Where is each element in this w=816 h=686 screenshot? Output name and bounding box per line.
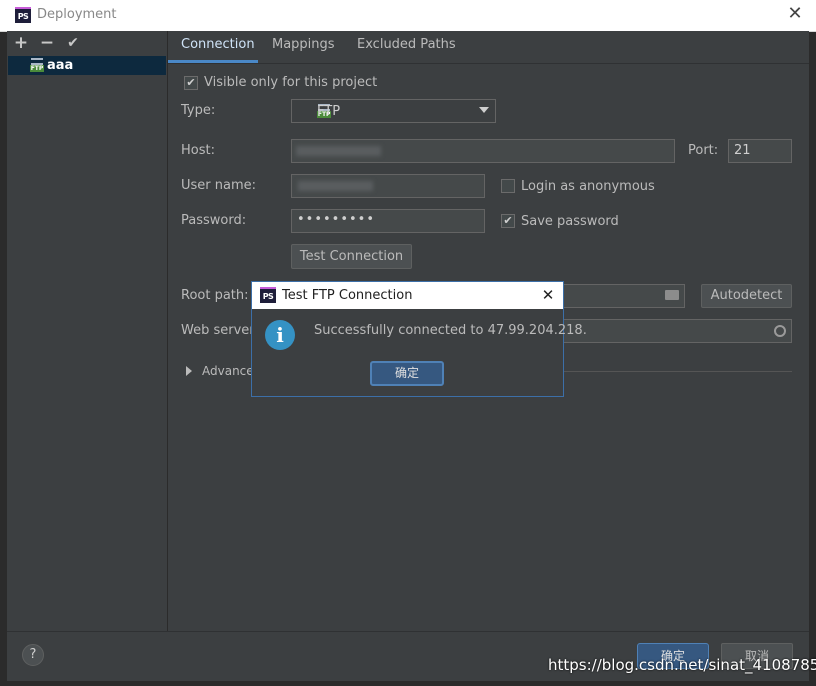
- autodetect-button[interactable]: Autodetect: [701, 284, 792, 308]
- watermark-text: https://blog.csdn.net/sinat_41087851: [548, 656, 816, 674]
- tab-mappings[interactable]: Mappings: [272, 37, 335, 52]
- root-path-label: Root path:: [181, 288, 249, 303]
- visible-only-label: Visible only for this project: [204, 75, 378, 90]
- ftp-server-icon: FTP: [30, 58, 44, 72]
- server-name: aaa: [47, 58, 74, 73]
- chevron-down-icon: [479, 107, 489, 113]
- redacted-host: [296, 146, 381, 156]
- window-close-button[interactable]: ✕: [786, 5, 804, 23]
- host-label: Host:: [181, 143, 215, 158]
- dialog-close-button[interactable]: ✕: [540, 286, 556, 304]
- visible-only-checkbox[interactable]: ✔: [184, 76, 198, 90]
- tab-connection[interactable]: Connection: [181, 37, 255, 52]
- port-value: 21: [734, 143, 751, 158]
- globe-icon[interactable]: [774, 325, 786, 337]
- footer-divider: [7, 631, 809, 632]
- redacted-username: [298, 181, 373, 191]
- phpstorm-logo-icon: PS: [260, 287, 276, 303]
- expand-arrow-icon[interactable]: [186, 366, 192, 376]
- save-password-label: Save password: [521, 214, 619, 229]
- add-server-button[interactable]: +: [12, 34, 30, 52]
- web-server-input[interactable]: [560, 319, 792, 343]
- type-value: FTP: [317, 104, 341, 119]
- advanced-divider: [560, 371, 792, 372]
- remove-server-button[interactable]: −: [38, 34, 56, 52]
- web-server-label: Web server: [181, 323, 255, 338]
- title-bar: [0, 0, 816, 32]
- port-label: Port:: [688, 143, 719, 158]
- tab-excluded-paths[interactable]: Excluded Paths: [357, 37, 456, 52]
- username-label: User name:: [181, 178, 257, 193]
- password-value: •••••••••: [297, 212, 376, 227]
- test-ftp-dialog-title: Test FTP Connection: [282, 288, 413, 303]
- dialog-message: Successfully connected to 47.99.204.218.: [314, 323, 587, 338]
- info-icon: i: [265, 320, 295, 350]
- login-anonymous-checkbox[interactable]: [501, 179, 515, 193]
- dialog-ok-button[interactable]: 确定: [370, 361, 444, 386]
- login-anonymous-label: Login as anonymous: [521, 179, 655, 194]
- server-list-panel: [7, 31, 168, 631]
- help-button[interactable]: ?: [22, 644, 44, 666]
- test-connection-button[interactable]: Test Connection: [291, 244, 412, 269]
- phpstorm-logo-icon: PS: [15, 7, 31, 23]
- window-title: Deployment: [37, 7, 117, 22]
- folder-icon[interactable]: [665, 290, 679, 300]
- set-default-server-button[interactable]: ✔: [64, 34, 82, 52]
- tab-divider: [168, 63, 809, 64]
- save-password-checkbox[interactable]: ✔: [501, 214, 515, 228]
- password-label: Password:: [181, 213, 247, 228]
- type-label: Type:: [181, 103, 216, 118]
